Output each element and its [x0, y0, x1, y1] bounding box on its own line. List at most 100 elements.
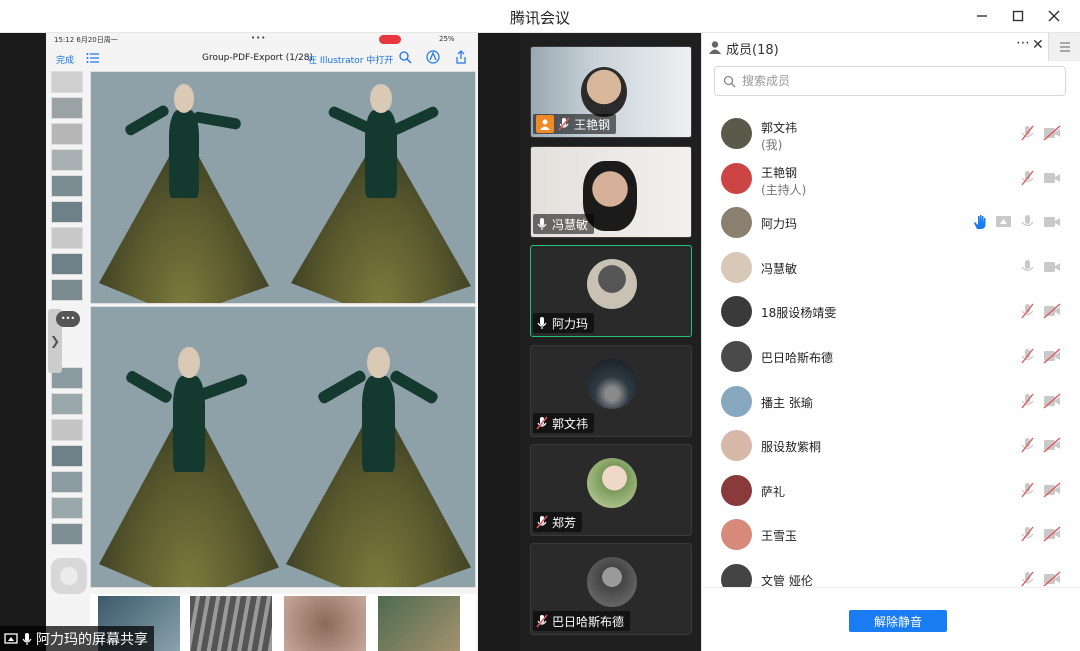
member-search-input[interactable] — [742, 74, 1042, 88]
gown-figure — [99, 347, 279, 587]
camera-off-icon[interactable] — [1043, 482, 1061, 498]
video-name: 王艳钢 — [574, 117, 611, 132]
video-name: 巴日哈斯布德 — [552, 614, 625, 629]
minimize-button[interactable] — [964, 4, 1000, 28]
mic-muted-icon[interactable] — [1019, 348, 1037, 364]
member-row[interactable]: 萨礼 — [702, 468, 1080, 512]
thumbnail[interactable] — [51, 419, 83, 441]
member-row[interactable]: 播主 张瑜 — [702, 379, 1080, 423]
battery-level: 25% — [439, 35, 455, 43]
member-row[interactable]: 巴日哈斯布德 — [702, 334, 1080, 378]
camera-icon[interactable] — [1043, 259, 1061, 275]
camera-icon[interactable] — [1043, 170, 1061, 186]
unmute-button[interactable]: 解除静音 — [849, 610, 947, 632]
video-name: 郑芳 — [552, 515, 577, 530]
microphone-icon[interactable] — [1019, 259, 1037, 275]
mic-muted-icon[interactable] — [1019, 437, 1037, 453]
thumbnail[interactable] — [51, 471, 83, 493]
status-dots: ••• — [251, 34, 267, 42]
gown-figure — [286, 347, 471, 587]
video-tile[interactable]: 郭文祎 — [530, 345, 692, 437]
member-list[interactable]: 郭文祎 (我) 王艳钢 (主持人) 阿力玛冯慧敏 18服设杨靖雯巴日哈斯布德 播主 张瑜 服设… — [702, 111, 1080, 587]
thumbnail[interactable] — [51, 227, 83, 249]
member-row[interactable]: 冯慧敏 — [702, 245, 1080, 289]
gown-figure — [291, 84, 471, 303]
microphone-icon[interactable] — [1019, 214, 1037, 230]
camera-off-icon[interactable] — [1043, 348, 1061, 364]
video-tile[interactable]: 郑芳 — [530, 444, 692, 536]
member-row[interactable]: 王艳钢 (主持人) — [702, 156, 1080, 200]
member-name: 18服设杨靖雯 — [761, 306, 837, 321]
member-search-box[interactable] — [714, 66, 1066, 96]
maximize-button[interactable] — [1000, 4, 1036, 28]
member-row[interactable]: 阿力玛 — [702, 200, 1080, 244]
camera-off-icon[interactable] — [1043, 437, 1061, 453]
members-title: 成员(18) — [726, 43, 779, 58]
microphone-icon — [537, 317, 547, 329]
thumbnail[interactable] — [51, 523, 83, 545]
video-tile[interactable]: 巴日哈斯布德 — [530, 543, 692, 635]
thumbnail[interactable] — [51, 279, 83, 301]
video-nametag: 巴日哈斯布德 — [533, 611, 631, 631]
screen-share-view[interactable]: 15:12 6月20日周一 ••• 25% 完成 Group-PDF-Expor… — [0, 33, 520, 651]
member-row[interactable]: 服设敖紫桐 — [702, 423, 1080, 467]
chat-bubble-icon[interactable]: ••• — [56, 311, 80, 327]
share-left-margin — [0, 33, 46, 651]
window-title: 腾讯会议 — [509, 9, 570, 27]
video-tile[interactable]: 冯慧敏 — [530, 146, 692, 238]
member-row[interactable]: 王雪玉 — [702, 512, 1080, 556]
mic-muted-icon[interactable] — [1019, 303, 1037, 319]
list-icon[interactable] — [86, 51, 100, 65]
close-button[interactable] — [1036, 4, 1072, 28]
close-panel-button[interactable]: ✕ — [1032, 37, 1044, 53]
thumbnail[interactable] — [51, 175, 83, 197]
pdf-page-image — [90, 71, 476, 304]
panel-menu-button[interactable] — [1048, 33, 1080, 61]
member-row[interactable]: 文管 娅伦 — [702, 557, 1080, 587]
member-row[interactable]: 郭文祎 (我) — [702, 111, 1080, 155]
members-footer: 解除静音 — [702, 587, 1080, 651]
mic-muted-icon[interactable] — [1019, 125, 1037, 141]
thumbnail[interactable] — [51, 201, 83, 223]
assistive-touch-button[interactable] — [51, 558, 87, 594]
more-options-icon[interactable]: ⋯ — [1016, 35, 1030, 51]
thumbnail[interactable] — [51, 71, 83, 93]
share-upload-icon[interactable] — [454, 50, 468, 64]
thumbnail[interactable] — [51, 123, 83, 145]
fabric-swatch — [378, 596, 460, 651]
video-tile[interactable]: 王艳钢 — [530, 46, 692, 138]
mic-muted-icon[interactable] — [1019, 170, 1037, 186]
video-tile-active-speaker[interactable]: 阿力玛 — [530, 245, 692, 337]
thumbnail[interactable] — [51, 97, 83, 119]
camera-off-icon[interactable] — [1043, 125, 1061, 141]
mic-muted-icon[interactable] — [1019, 482, 1037, 498]
mic-muted-icon[interactable] — [1019, 526, 1037, 542]
microphone-icon — [22, 632, 32, 645]
raised-hand-icon — [974, 215, 986, 230]
camera-icon[interactable] — [1043, 214, 1061, 230]
member-row[interactable]: 18服设杨靖雯 — [702, 289, 1080, 333]
member-role: (我) — [761, 138, 783, 152]
done-button[interactable]: 完成 — [56, 53, 74, 66]
recording-indicator-icon — [379, 35, 401, 44]
member-avatar — [721, 207, 752, 239]
thumbnail[interactable] — [51, 393, 83, 415]
thumbnail[interactable] — [51, 445, 83, 467]
camera-off-icon[interactable] — [1043, 526, 1061, 542]
open-in-illustrator-link[interactable]: 在 Illustrator 中打开 — [308, 53, 393, 66]
member-name: 阿力玛 — [761, 217, 798, 232]
video-nametag: 郭文祎 — [533, 413, 595, 433]
video-strip: 王艳钢 冯慧敏 阿力玛 郭文祎 郑芳 巴日哈斯布德 — [520, 33, 701, 651]
thumbnail[interactable] — [51, 497, 83, 519]
camera-off-icon[interactable] — [1043, 571, 1061, 587]
camera-off-icon[interactable] — [1043, 303, 1061, 319]
search-icon[interactable] — [398, 50, 412, 64]
pdf-page-image — [90, 306, 476, 588]
thumbnail[interactable] — [51, 149, 83, 171]
markup-icon[interactable] — [426, 50, 440, 64]
camera-off-icon[interactable] — [1043, 393, 1061, 409]
mic-muted-icon[interactable] — [1019, 393, 1037, 409]
thumbnail[interactable] — [51, 253, 83, 275]
mic-muted-icon[interactable] — [1019, 571, 1037, 587]
member-avatar — [721, 519, 752, 551]
